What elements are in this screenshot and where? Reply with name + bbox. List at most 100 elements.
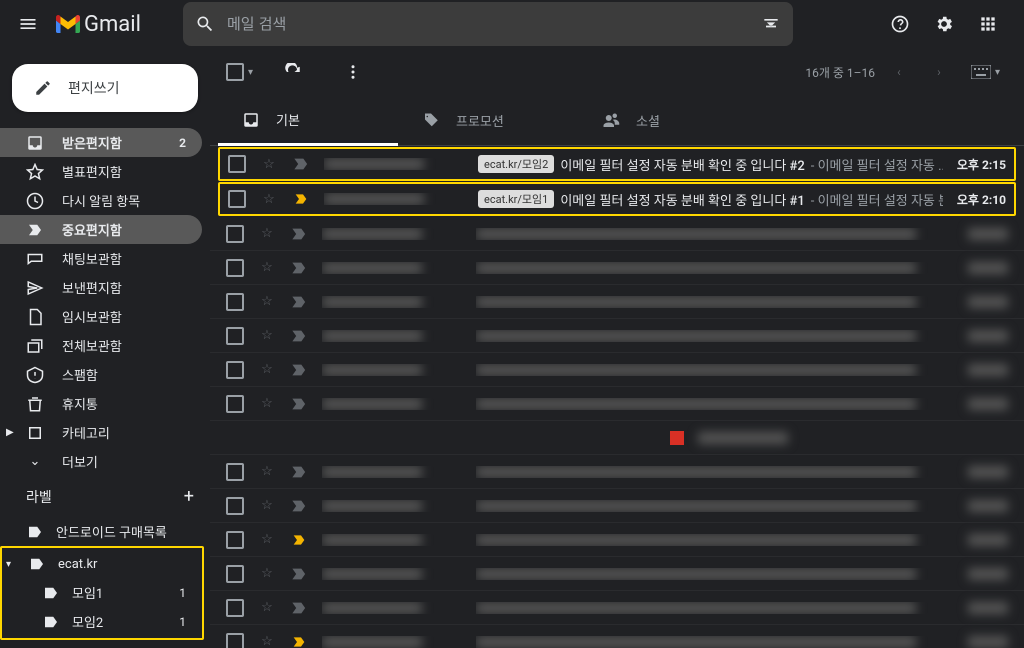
email-row[interactable]: ☆ (210, 353, 1024, 387)
row-checkbox[interactable] (228, 155, 246, 173)
row-checkbox[interactable] (226, 531, 244, 549)
nav-important[interactable]: 중요편지함 (0, 215, 202, 244)
email-row[interactable]: ☆ (210, 251, 1024, 285)
star-button[interactable]: ☆ (258, 633, 276, 648)
nav-categories[interactable]: ▶ 카테고리 (0, 418, 202, 447)
email-row[interactable]: ☆ (210, 455, 1024, 489)
important-button[interactable] (292, 190, 310, 208)
gear-icon (934, 14, 954, 34)
important-button[interactable] (290, 361, 308, 379)
nav-sent[interactable]: 보낸편지함 (0, 273, 202, 302)
email-row[interactable]: ☆ (210, 319, 1024, 353)
important-button[interactable] (290, 633, 308, 648)
gmail-logo[interactable]: Gmail (56, 12, 141, 37)
nav-inbox[interactable]: 받은편지함 2 (0, 128, 202, 157)
row-checkbox[interactable] (226, 361, 244, 379)
tab-promotions[interactable]: 프로모션 (398, 96, 578, 145)
input-tools-button[interactable]: ▾ (963, 61, 1008, 83)
important-button[interactable] (290, 497, 308, 515)
nav-more[interactable]: ⌄ 더보기 (0, 447, 202, 476)
row-checkbox[interactable] (228, 190, 246, 208)
email-row[interactable]: ☆ (210, 285, 1024, 319)
row-checkbox[interactable] (226, 259, 244, 277)
important-button[interactable] (290, 531, 308, 549)
email-row[interactable]: ☆ (210, 217, 1024, 251)
star-button[interactable]: ☆ (260, 190, 278, 208)
star-button[interactable]: ☆ (260, 155, 278, 173)
email-row[interactable]: ☆ ecat.kr/모임1 이메일 필터 설정 자동 분배 확인 중 입니다 #… (218, 182, 1016, 216)
email-row[interactable]: ☆ (210, 557, 1024, 591)
nav-drafts[interactable]: 임시보관함 (0, 302, 202, 331)
star-button[interactable]: ☆ (258, 293, 276, 311)
next-page-button[interactable]: › (923, 56, 955, 88)
row-checkbox[interactable] (226, 395, 244, 413)
label-ecat[interactable]: ▾ ecat.kr (2, 550, 202, 578)
chevron-down-icon[interactable]: ▾ (6, 559, 11, 570)
important-button[interactable] (290, 463, 308, 481)
refresh-button[interactable] (273, 52, 313, 92)
row-checkbox[interactable] (226, 497, 244, 515)
chat-icon (26, 250, 44, 268)
row-checkbox[interactable] (226, 599, 244, 617)
email-row[interactable]: ☆ (210, 591, 1024, 625)
search-options-icon[interactable] (761, 14, 781, 34)
label-android[interactable]: 안드로이드 구매목록 (0, 517, 210, 546)
important-button[interactable] (290, 327, 308, 345)
more-button[interactable] (333, 52, 373, 92)
select-all[interactable]: ▾ (226, 63, 253, 81)
email-row[interactable]: ☆ (210, 387, 1024, 421)
email-row[interactable]: ☆ (210, 625, 1024, 648)
row-checkbox[interactable] (226, 327, 244, 345)
search-bar[interactable] (183, 2, 793, 46)
important-button[interactable] (290, 395, 308, 413)
important-button[interactable] (290, 225, 308, 243)
row-checkbox[interactable] (226, 293, 244, 311)
email-attachment-row[interactable] (210, 421, 1024, 455)
prev-page-button[interactable]: ‹ (883, 56, 915, 88)
star-button[interactable]: ☆ (258, 463, 276, 481)
compose-button[interactable]: 편지쓰기 (12, 64, 198, 112)
row-checkbox[interactable] (226, 463, 244, 481)
chevron-down-icon[interactable]: ▾ (248, 67, 253, 78)
label-junk[interactable]: Junk (0, 644, 210, 648)
email-row[interactable]: ☆ ecat.kr/모임2 이메일 필터 설정 자동 분배 확인 중 입니다 #… (218, 147, 1016, 181)
email-row[interactable]: ☆ (210, 489, 1024, 523)
row-checkbox[interactable] (226, 633, 244, 648)
important-button[interactable] (290, 599, 308, 617)
nav-snoozed[interactable]: 다시 알림 항목 (0, 186, 202, 215)
nav-chats[interactable]: 채팅보관함 (0, 244, 202, 273)
star-button[interactable]: ☆ (258, 531, 276, 549)
tab-primary[interactable]: 기본 (218, 96, 398, 146)
star-button[interactable]: ☆ (258, 327, 276, 345)
gmail-icon (56, 15, 80, 33)
nav-allmail[interactable]: 전체보관함 (0, 331, 202, 360)
settings-button[interactable] (924, 4, 964, 44)
nav-spam[interactable]: 스팸함 (0, 360, 202, 389)
star-button[interactable]: ☆ (258, 225, 276, 243)
star-button[interactable]: ☆ (258, 565, 276, 583)
nav-trash[interactable]: 휴지통 (0, 389, 202, 418)
label-moim1[interactable]: 모임1 1 (2, 578, 202, 607)
important-button[interactable] (290, 259, 308, 277)
star-button[interactable]: ☆ (258, 497, 276, 515)
email-row[interactable]: ☆ (210, 523, 1024, 557)
row-checkbox[interactable] (226, 225, 244, 243)
add-label-button[interactable]: + (184, 486, 194, 507)
tab-social[interactable]: 소셜 (578, 96, 758, 145)
star-button[interactable]: ☆ (258, 395, 276, 413)
apps-button[interactable] (968, 4, 1008, 44)
star-button[interactable]: ☆ (258, 361, 276, 379)
email-sender (322, 534, 462, 546)
nav-starred[interactable]: 별표편지함 (0, 157, 202, 186)
main-menu-button[interactable] (8, 4, 48, 44)
row-checkbox[interactable] (226, 565, 244, 583)
important-button[interactable] (292, 155, 310, 173)
search-icon (195, 14, 215, 34)
important-button[interactable] (290, 293, 308, 311)
search-input[interactable] (227, 16, 749, 33)
important-button[interactable] (290, 565, 308, 583)
label-moim2[interactable]: 모임2 1 (2, 607, 202, 636)
star-button[interactable]: ☆ (258, 259, 276, 277)
star-button[interactable]: ☆ (258, 599, 276, 617)
help-button[interactable] (880, 4, 920, 44)
